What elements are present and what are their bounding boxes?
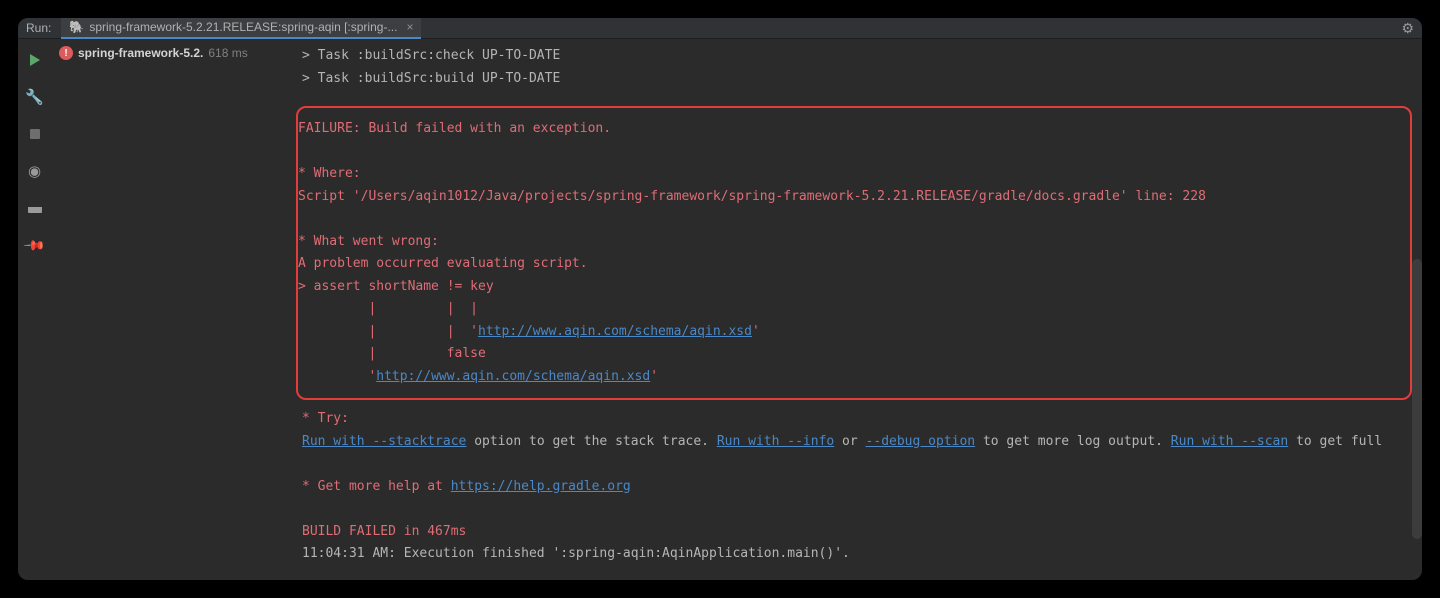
try-header: * Try: [302,408,1412,431]
debug-link[interactable]: --debug option [866,434,976,449]
help-line: * Get more help at https://help.gradle.o… [302,476,1412,499]
assert-url-line: | | 'http://www.aqin.com/schema/aqin.xsd… [298,321,1410,344]
gradle-help-link[interactable]: https://help.gradle.org [451,479,631,494]
main-area: 🔧 ◉ 📌 ! spring-framework-5.2. 618 ms > T… [18,39,1422,580]
task-duration: 618 ms [208,46,247,60]
gradle-icon: 🐘 [69,20,84,34]
build-failed-line: BUILD FAILED in 467ms [302,521,1412,544]
error-status-icon: ! [59,46,73,60]
schema-link[interactable]: http://www.aqin.com/schema/aqin.xsd [376,369,650,384]
wrong-header: * What went wrong: [298,231,1410,254]
failure-line: FAILURE: Build failed with an exception. [298,118,1410,141]
run-tab-bar: Run: 🐘 spring-framework-5.2.21.RELEASE:s… [18,18,1422,39]
stop-icon [30,129,40,139]
wrench-button[interactable]: 🔧 [24,86,46,108]
console-line: > Task :buildSrc:build UP-TO-DATE [302,68,1412,91]
try-options: Run with --stacktrace option to get the … [302,431,1412,454]
pin-icon: 📌 [22,233,46,257]
where-body: Script '/Users/aqin1012/Java/projects/sp… [298,186,1410,209]
pin-button[interactable]: 📌 [24,234,46,256]
view-button[interactable]: ◉ [24,160,46,182]
stacktrace-link[interactable]: Run with --stacktrace [302,434,466,449]
eye-icon: ◉ [28,162,41,180]
assert-false-line: | false [298,343,1410,366]
gear-icon[interactable]: ⚙ [1401,20,1414,37]
layout-button[interactable] [24,197,46,219]
info-link[interactable]: Run with --info [717,434,834,449]
task-tree-panel: ! spring-framework-5.2. 618 ms [51,39,296,580]
scrollbar[interactable] [1412,259,1422,539]
schema-link[interactable]: http://www.aqin.com/schema/aqin.xsd [478,324,752,339]
run-tab[interactable]: 🐘 spring-framework-5.2.21.RELEASE:spring… [61,18,421,39]
tab-title: spring-framework-5.2.21.RELEASE:spring-a… [89,20,397,34]
stop-button[interactable] [24,123,46,145]
assert-url-line: 'http://www.aqin.com/schema/aqin.xsd' [298,366,1410,389]
assert-line: > assert shortName != key [298,276,1410,299]
assert-pipes: | | | [298,298,1410,321]
execution-finished-line: 11:04:31 AM: Execution finished ':spring… [302,543,1412,566]
task-name: spring-framework-5.2. [78,46,203,60]
error-highlight-box: FAILURE: Build failed with an exception.… [296,106,1412,400]
close-icon[interactable]: × [406,20,413,34]
layout-icon [28,203,42,213]
run-label: Run: [26,21,51,35]
console-line: > Task :buildSrc:check UP-TO-DATE [302,45,1412,68]
task-row[interactable]: ! spring-framework-5.2. 618 ms [59,46,288,60]
console-output[interactable]: > Task :buildSrc:check UP-TO-DATE > Task… [296,39,1422,580]
wrong-body: A problem occurred evaluating script. [298,253,1410,276]
play-icon [30,54,40,66]
where-header: * Where: [298,163,1410,186]
run-toolbar: 🔧 ◉ 📌 [18,39,51,580]
wrench-icon: 🔧 [25,88,44,106]
scan-link[interactable]: Run with --scan [1171,434,1288,449]
ide-window: Run: 🐘 spring-framework-5.2.21.RELEASE:s… [18,18,1422,580]
run-button[interactable] [24,49,46,71]
